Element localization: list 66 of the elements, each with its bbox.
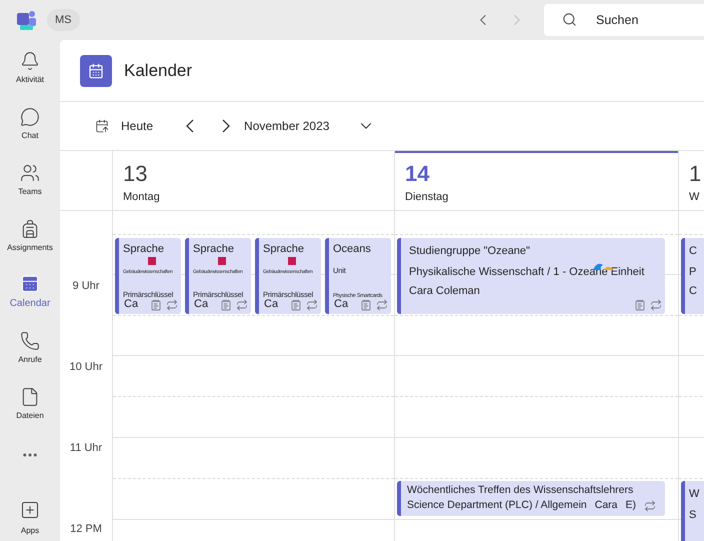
chevron-right-icon bbox=[222, 119, 230, 133]
previous-button[interactable] bbox=[186, 119, 194, 133]
event-detail: Physikalische Wissenschaft / 1 - Ozeane Einheit bbox=[409, 266, 644, 278]
event-title: C bbox=[689, 244, 698, 259]
phone-icon bbox=[20, 330, 40, 350]
account-badge[interactable]: MS bbox=[47, 8, 80, 32]
event-title: Sprache bbox=[193, 242, 235, 257]
event-organizer: Cara Coleman bbox=[409, 284, 481, 299]
event-title: W bbox=[689, 487, 700, 502]
rail-item[interactable]: Chat bbox=[0, 96, 60, 152]
month-label: November 2023 bbox=[244, 118, 330, 135]
day-number: 1 bbox=[689, 161, 702, 187]
bell-icon bbox=[20, 50, 40, 70]
event-organizer: Cara bbox=[594, 498, 618, 513]
event-card[interactable]: W S bbox=[681, 481, 704, 541]
day-number: 13 bbox=[123, 161, 148, 187]
weekday-label: Montag bbox=[123, 190, 160, 205]
weekday-label: W bbox=[689, 190, 700, 205]
rail-item[interactable]: Calendar bbox=[0, 264, 60, 320]
next-button[interactable] bbox=[222, 119, 230, 133]
rail-item[interactable]: Teams bbox=[0, 152, 60, 208]
event-title: Wöchentliches Treffen des Wissenschaftslehrers bbox=[407, 483, 634, 498]
event-title: Sprache bbox=[263, 242, 305, 257]
event-card[interactable]: C P C bbox=[681, 238, 704, 314]
event-title: Studiengruppe "Ozeane" bbox=[409, 244, 531, 259]
backpack-icon bbox=[20, 218, 40, 238]
event-organizer: Ca bbox=[334, 298, 348, 311]
event-detail: P bbox=[689, 266, 696, 278]
event-card[interactable]: Wöchentliches Treffen des Wissenschaftslehrers Science Department (PLC) / Allgemein Cara E) bbox=[397, 481, 665, 516]
apps-button[interactable]: Apps bbox=[20, 500, 40, 537]
event-organizer: Ca bbox=[264, 298, 278, 311]
today-button[interactable]: Heute bbox=[95, 117, 154, 135]
event-organizer: Ca bbox=[124, 298, 138, 311]
event-detail: Science Department (PLC) / Allgemein bbox=[407, 498, 587, 513]
file-icon bbox=[20, 386, 40, 406]
calendar-app-icon bbox=[80, 54, 112, 86]
event-title: Sprache bbox=[123, 242, 165, 257]
time-label: 9 Uhr bbox=[72, 279, 100, 292]
people-icon bbox=[20, 162, 40, 182]
chevron-left-icon bbox=[186, 119, 194, 133]
event-extra: E) bbox=[626, 498, 636, 513]
event-organizer: C bbox=[689, 284, 698, 299]
rail-item[interactable]: Aktivität bbox=[0, 40, 60, 96]
event-organizer: Ca bbox=[194, 298, 208, 311]
day-header[interactable]: 1 W bbox=[679, 151, 704, 211]
search-field[interactable]: Suchen bbox=[544, 4, 704, 36]
calendar-icon bbox=[95, 119, 109, 133]
day-number: 14 bbox=[405, 161, 430, 187]
rail-item[interactable]: Assignments bbox=[0, 208, 60, 264]
time-label: 10 Uhr bbox=[69, 360, 103, 373]
event-card[interactable]: Studiengruppe "Ozeane" Physikalische Wissenschaft / 1 - Ozeane Einheit Cara Coleman bbox=[397, 238, 665, 314]
rail-item[interactable]: Dateien bbox=[0, 376, 60, 432]
chat-icon bbox=[20, 106, 40, 126]
time-label: 11 Uhr bbox=[70, 441, 102, 454]
day-header[interactable]: 14 Dienstag bbox=[395, 151, 678, 211]
search-icon bbox=[562, 12, 577, 27]
rail-item[interactable]: Anrufe bbox=[0, 320, 60, 376]
teams-logo-icon[interactable] bbox=[17, 9, 37, 31]
calendar-icon bbox=[20, 273, 40, 293]
event-title: Oceans bbox=[333, 242, 372, 257]
event-detail: S bbox=[689, 509, 696, 521]
weekday-label: Dienstag bbox=[405, 190, 448, 205]
time-label: 12 PM bbox=[70, 522, 102, 535]
add-square-icon bbox=[20, 500, 40, 520]
day-header[interactable]: 13 Montag bbox=[113, 151, 394, 211]
page-title: Kalender bbox=[124, 60, 192, 82]
